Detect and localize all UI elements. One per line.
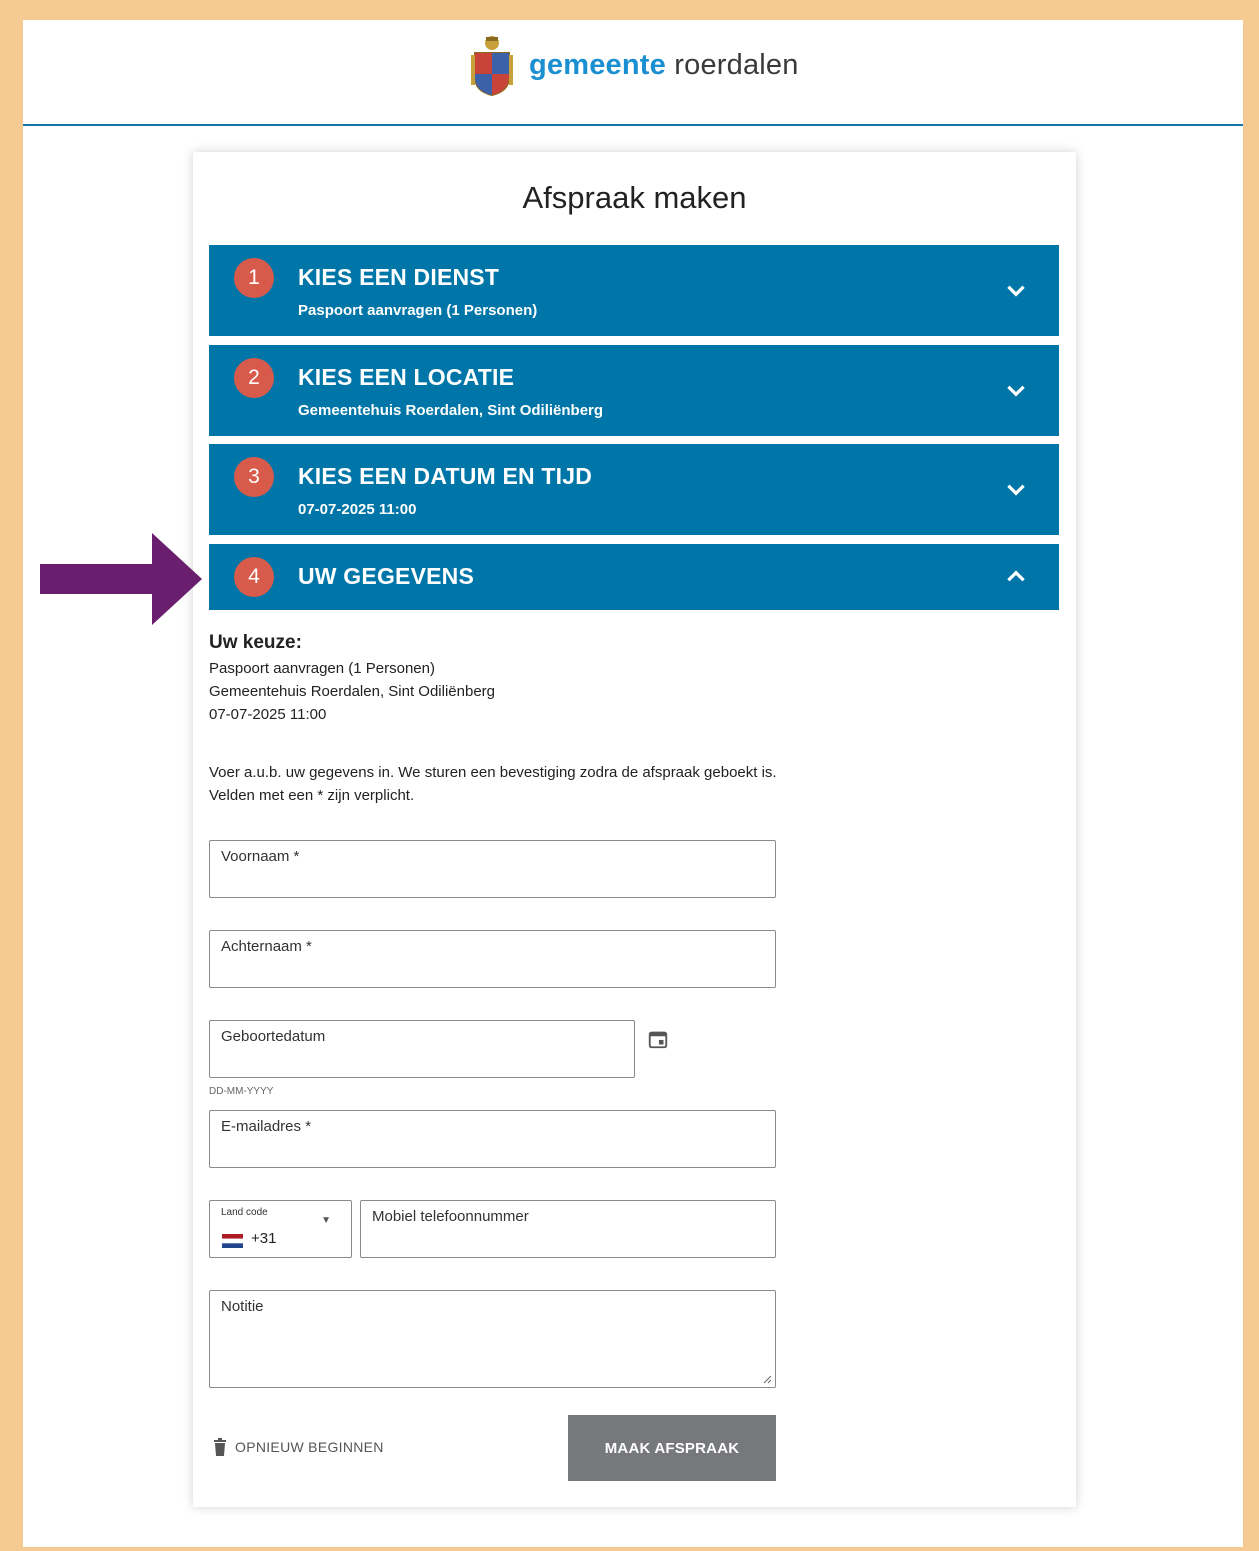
step-number-badge: 2	[234, 358, 274, 398]
step-kies-een-datum-en-tijd[interactable]: 3 KIES EEN DATUM EN TIJD 07-07-2025 11:0…	[209, 444, 1059, 535]
brand-name: gemeente roerdalen	[529, 49, 799, 82]
step-subtitle: Paspoort aanvragen (1 Personen)	[298, 302, 538, 319]
choice-datetime: 07-07-2025 11:00	[209, 706, 327, 723]
required-fields-note: Velden met een * zijn verplicht.	[209, 787, 415, 804]
brand-name-bold: gemeente	[529, 48, 666, 81]
coat-of-arms-logo	[471, 36, 513, 97]
step-title: KIES EEN DATUM EN TIJD	[298, 463, 593, 489]
chevron-down-icon[interactable]	[1003, 476, 1029, 502]
step-number-badge: 4	[234, 557, 274, 597]
dropdown-caret-icon: ▼	[321, 1215, 331, 1226]
page-frame: gemeente roerdalen Afspraak maken 1 KIES…	[23, 20, 1243, 1547]
notitie-textarea[interactable]: Notitie	[209, 1290, 776, 1388]
intro-text: Voer a.u.b. uw gegevens in. We sturen ee…	[209, 764, 777, 781]
site-header: gemeente roerdalen	[23, 20, 1243, 126]
submit-button[interactable]: MAAK AFSPRAAK	[568, 1415, 776, 1481]
achternaam-field[interactable]: Achternaam *	[209, 930, 776, 988]
country-code-value: +31	[251, 1230, 277, 1247]
restart-button[interactable]: OPNIEUW BEGINNEN	[213, 1438, 384, 1456]
trash-icon	[214, 1438, 226, 1456]
step-title: KIES EEN DIENST	[298, 264, 500, 290]
brand[interactable]: gemeente roerdalen	[469, 33, 799, 97]
choice-service: Paspoort aanvragen (1 Personen)	[209, 660, 435, 677]
restart-label: OPNIEUW BEGINNEN	[235, 1439, 384, 1455]
step-title: KIES EEN LOCATIE	[298, 364, 515, 390]
step-subtitle: Gemeentehuis Roerdalen, Sint Odiliënberg	[298, 402, 604, 419]
arrow-annotation-icon	[40, 533, 202, 625]
choice-location: Gemeentehuis Roerdalen, Sint Odiliënberg	[209, 683, 496, 700]
chevron-up-icon[interactable]	[1003, 564, 1029, 590]
resize-handle-icon[interactable]	[762, 1374, 772, 1384]
email-field[interactable]: E-mailadres *	[209, 1110, 776, 1168]
appointment-card: Afspraak maken 1 KIES EEN DIENST Paspoor…	[193, 152, 1076, 1507]
page-title: Afspraak maken	[522, 180, 747, 215]
voornaam-label: Voornaam *	[221, 848, 300, 865]
geboortedatum-field[interactable]: Geboortedatum	[209, 1020, 635, 1078]
step-uw-gegevens[interactable]: 4 UW GEGEVENS	[209, 544, 1059, 610]
email-label: E-mailadres *	[221, 1118, 312, 1135]
step-number-badge: 3	[234, 457, 274, 497]
calendar-icon[interactable]	[647, 1028, 669, 1050]
step-title: UW GEGEVENS	[298, 563, 475, 589]
notitie-label: Notitie	[221, 1298, 264, 1315]
geboortedatum-label: Geboortedatum	[221, 1028, 326, 1045]
step-number-badge: 1	[234, 258, 274, 298]
step-subtitle: 07-07-2025 11:00	[298, 501, 417, 518]
chevron-down-icon[interactable]	[1003, 277, 1029, 303]
mobile-phone-field[interactable]: Mobiel telefoonnummer	[360, 1200, 776, 1258]
achternaam-label: Achternaam *	[221, 938, 312, 955]
step-kies-een-locatie[interactable]: 2 KIES EEN LOCATIE Gemeentehuis Roerdale…	[209, 345, 1059, 436]
country-code-select[interactable]: Land code +31 ▼	[209, 1200, 352, 1258]
choice-heading: Uw keuze:	[209, 632, 302, 653]
date-format-hint: DD-MM-YYYY	[209, 1086, 274, 1097]
netherlands-flag-icon	[222, 1234, 243, 1248]
mobile-phone-label: Mobiel telefoonnummer	[372, 1208, 529, 1225]
country-code-label: Land code	[221, 1207, 268, 1218]
voornaam-field[interactable]: Voornaam *	[209, 840, 776, 898]
brand-name-light: roerdalen	[666, 48, 799, 81]
step-kies-een-dienst[interactable]: 1 KIES EEN DIENST Paspoort aanvragen (1 …	[209, 245, 1059, 336]
chevron-down-icon[interactable]	[1003, 377, 1029, 403]
